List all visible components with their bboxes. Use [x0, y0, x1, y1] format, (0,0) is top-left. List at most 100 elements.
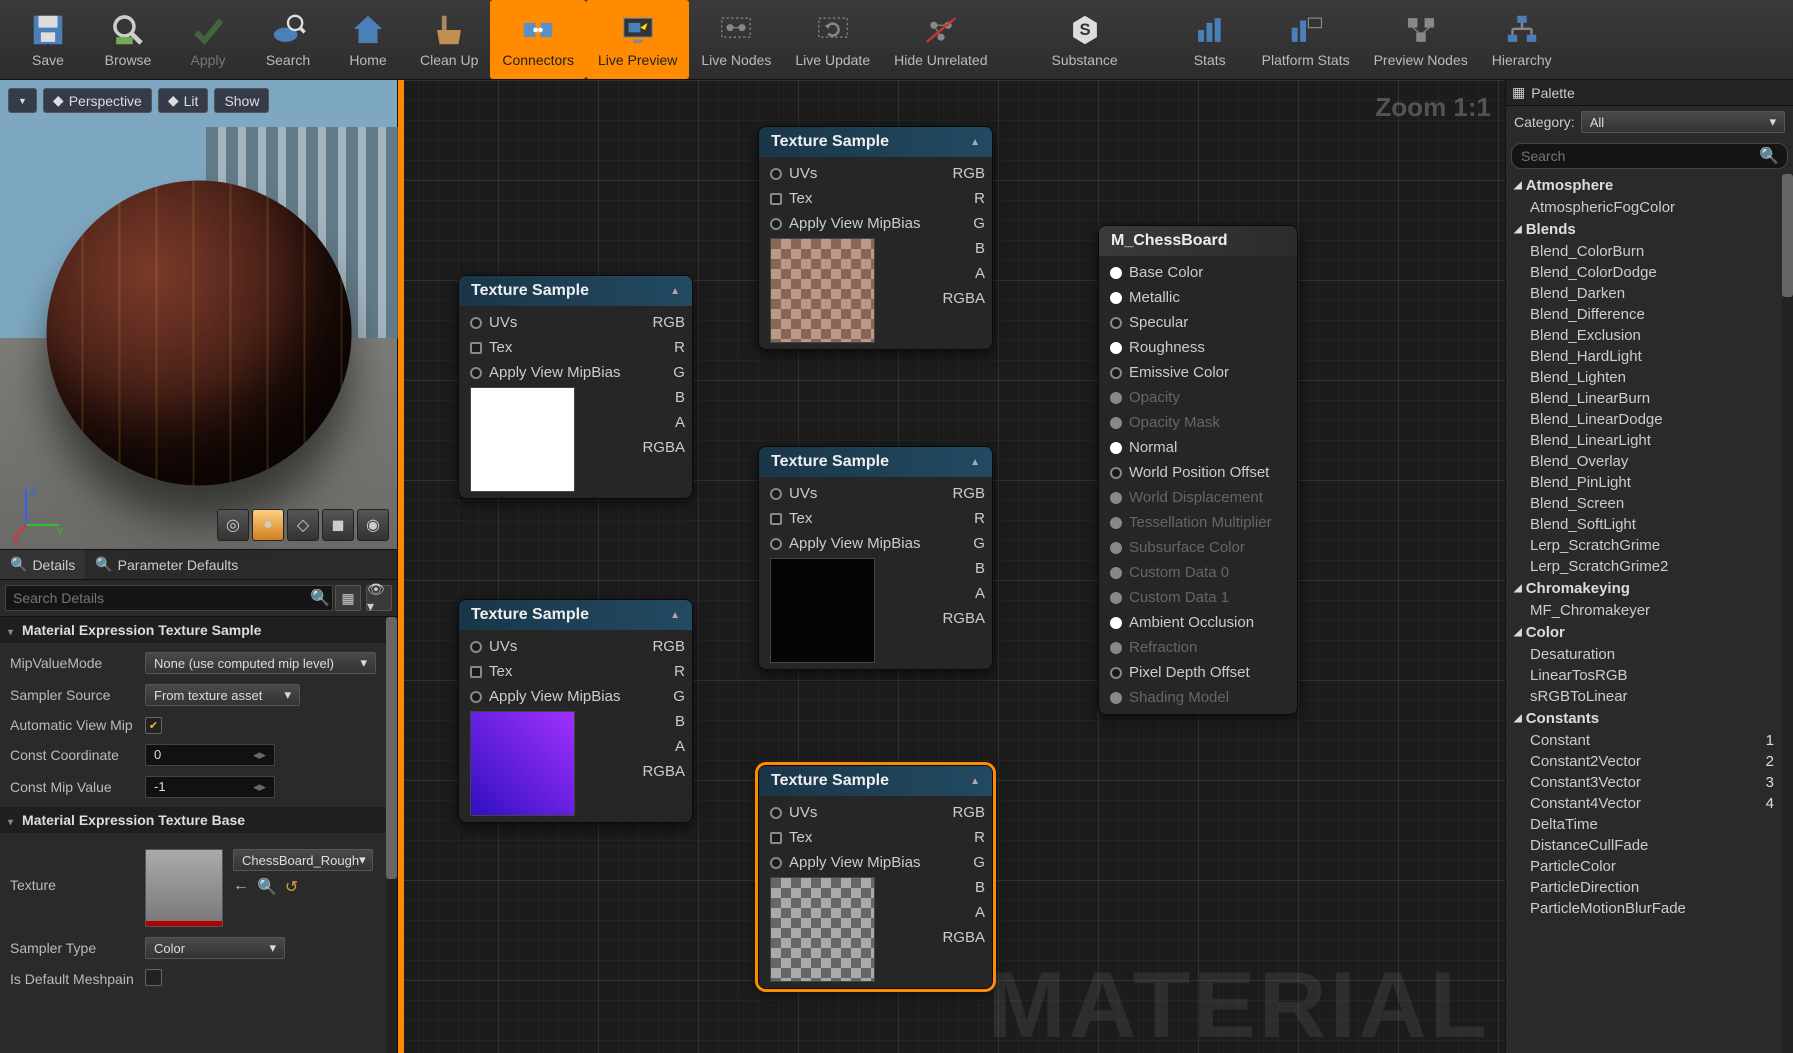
viewport-shape-sphere[interactable]: ●: [252, 509, 284, 541]
palette-item[interactable]: Desaturation: [1506, 644, 1782, 665]
pin-out-r[interactable]: R: [931, 506, 993, 531]
pin-out-r[interactable]: R: [931, 186, 993, 211]
palette-item[interactable]: Blend_Darken: [1506, 283, 1782, 304]
texture-sample-node[interactable]: Texture Sample▲UVsTexApply View MipBiasR…: [458, 599, 693, 823]
preview-viewport[interactable]: ▼ ◆ Perspective ◆ Lit Show ◎●◇◼◉ Z Y X: [0, 80, 397, 550]
pin-out-r[interactable]: R: [931, 825, 993, 850]
palette-item[interactable]: Lerp_ScratchGrime2: [1506, 556, 1782, 577]
pin-in-uvs[interactable]: UVs: [459, 310, 631, 335]
pin-out-a[interactable]: A: [931, 900, 993, 925]
material-result-node[interactable]: M_ChessBoardBase ColorMetallicSpecularRo…: [1098, 225, 1298, 715]
tab-parameter-defaults[interactable]: 🔍 Parameter Defaults: [85, 550, 248, 579]
pin-out-g[interactable]: G: [931, 211, 993, 236]
texture-sample-node[interactable]: Texture Sample▲UVsTexApply View MipBiasR…: [758, 446, 993, 670]
pin-in-apply-view-mipbias[interactable]: Apply View MipBias: [459, 360, 631, 385]
pin-out-r[interactable]: R: [631, 659, 693, 684]
palette-tab[interactable]: Palette: [1531, 85, 1575, 101]
palette-item[interactable]: Constant3Vector3: [1506, 772, 1782, 793]
pin-out-g[interactable]: G: [931, 531, 993, 556]
pin-subsurface-color[interactable]: Subsurface Color: [1099, 535, 1297, 560]
pin-out-b[interactable]: B: [931, 236, 993, 261]
palette-item[interactable]: LinearTosRGB: [1506, 665, 1782, 686]
pin-base-color[interactable]: Base Color: [1099, 260, 1297, 285]
pin-out-g[interactable]: G: [631, 684, 693, 709]
toolbar-live-update-button[interactable]: Live Update: [783, 0, 882, 79]
pin-in-uvs[interactable]: UVs: [759, 161, 931, 186]
samplersource-dropdown[interactable]: From texture asset▾: [145, 684, 300, 706]
palette-category-constants[interactable]: ◢Constants: [1506, 707, 1782, 730]
palette-item[interactable]: ParticleMotionBlurFade: [1506, 898, 1782, 919]
viewport-shape-cylinder[interactable]: ◎: [217, 509, 249, 541]
toolbar-hide-unrelated-button[interactable]: Hide Unrelated: [882, 0, 999, 79]
pin-in-apply-view-mipbias[interactable]: Apply View MipBias: [759, 850, 931, 875]
pin-in-uvs[interactable]: UVs: [759, 800, 931, 825]
pin-in-apply-view-mipbias[interactable]: Apply View MipBias: [759, 531, 931, 556]
details-grid-button[interactable]: ▦: [335, 585, 361, 611]
palette-item[interactable]: Blend_Lighten: [1506, 367, 1782, 388]
pin-out-rgba[interactable]: RGBA: [631, 435, 693, 460]
pin-out-b[interactable]: B: [631, 709, 693, 734]
pin-out-rgb[interactable]: RGB: [631, 310, 693, 335]
pin-in-apply-view-mipbias[interactable]: Apply View MipBias: [759, 211, 931, 236]
toolbar-preview-nodes-button[interactable]: Preview Nodes: [1362, 0, 1480, 79]
toolbar-hierarchy-button[interactable]: Hierarchy: [1480, 0, 1564, 79]
pin-out-rgb[interactable]: RGB: [931, 481, 993, 506]
palette-item[interactable]: ParticleColor: [1506, 856, 1782, 877]
pin-out-g[interactable]: G: [631, 360, 693, 385]
pin-normal[interactable]: Normal: [1099, 435, 1297, 460]
viewport-options-button[interactable]: ▼: [8, 88, 37, 113]
viewport-perspective-button[interactable]: ◆ Perspective: [43, 88, 152, 113]
texture-reset-button[interactable]: ↺: [285, 877, 298, 897]
palette-item[interactable]: Blend_LinearBurn: [1506, 388, 1782, 409]
pin-roughness[interactable]: Roughness: [1099, 335, 1297, 360]
palette-item[interactable]: Lerp_ScratchGrime: [1506, 535, 1782, 556]
mipvaluemode-dropdown[interactable]: None (use computed mip level)▾: [145, 652, 376, 674]
palette-item[interactable]: Blend_HardLight: [1506, 346, 1782, 367]
pin-world-position-offset[interactable]: World Position Offset: [1099, 460, 1297, 485]
texture-thumbnail[interactable]: [145, 849, 223, 927]
palette-item[interactable]: ParticleDirection: [1506, 877, 1782, 898]
details-search-input[interactable]: [5, 585, 333, 611]
palette-item[interactable]: MF_Chromakeyer: [1506, 600, 1782, 621]
pin-in-tex[interactable]: Tex: [759, 186, 931, 211]
toolbar-stats-button[interactable]: Stats: [1170, 0, 1250, 79]
pin-out-a[interactable]: A: [631, 410, 693, 435]
viewport-lit-button[interactable]: ◆ Lit: [158, 88, 209, 113]
pin-pixel-depth-offset[interactable]: Pixel Depth Offset: [1099, 660, 1297, 685]
pin-out-b[interactable]: B: [631, 385, 693, 410]
pin-ambient-occlusion[interactable]: Ambient Occlusion: [1099, 610, 1297, 635]
texture-sample-node[interactable]: Texture Sample▲UVsTexApply View MipBiasR…: [458, 275, 693, 499]
pin-in-uvs[interactable]: UVs: [759, 481, 931, 506]
viewport-shape-teapot[interactable]: ◉: [357, 509, 389, 541]
tab-details[interactable]: 🔍 Details: [0, 550, 85, 579]
texture-sample-node[interactable]: Texture Sample▲UVsTexApply View MipBiasR…: [758, 765, 993, 989]
pin-out-a[interactable]: A: [931, 261, 993, 286]
samplertype-dropdown[interactable]: Color▾: [145, 937, 285, 959]
pin-metallic[interactable]: Metallic: [1099, 285, 1297, 310]
pin-world-displacement[interactable]: World Displacement: [1099, 485, 1297, 510]
pin-out-rgba[interactable]: RGBA: [931, 606, 993, 631]
texture-browse-button[interactable]: 🔍: [257, 877, 277, 897]
viewport-shape-cube[interactable]: ◼: [322, 509, 354, 541]
palette-item[interactable]: Blend_PinLight: [1506, 472, 1782, 493]
pin-out-rgba[interactable]: RGBA: [931, 925, 993, 950]
isdefault-checkbox[interactable]: [145, 969, 162, 986]
palette-item[interactable]: Blend_Difference: [1506, 304, 1782, 325]
palette-item[interactable]: Constant2Vector2: [1506, 751, 1782, 772]
pin-in-tex[interactable]: Tex: [459, 659, 631, 684]
toolbar-clean-up-button[interactable]: Clean Up: [408, 0, 490, 79]
palette-item[interactable]: Blend_Exclusion: [1506, 325, 1782, 346]
pin-in-tex[interactable]: Tex: [459, 335, 631, 360]
category-header[interactable]: Material Expression Texture Base: [22, 812, 245, 828]
toolbar-live-nodes-button[interactable]: Live Nodes: [689, 0, 783, 79]
pin-specular[interactable]: Specular: [1099, 310, 1297, 335]
pin-out-rgb[interactable]: RGB: [631, 634, 693, 659]
toolbar-substance-button[interactable]: SSubstance: [1040, 0, 1130, 79]
category-header[interactable]: Material Expression Texture Sample: [22, 622, 261, 638]
texture-sample-node[interactable]: Texture Sample▲UVsTexApply View MipBiasR…: [758, 126, 993, 350]
palette-item[interactable]: Blend_Screen: [1506, 493, 1782, 514]
palette-item[interactable]: Blend_SoftLight: [1506, 514, 1782, 535]
constcoord-input[interactable]: 0◂▸: [145, 744, 275, 766]
pin-in-uvs[interactable]: UVs: [459, 634, 631, 659]
palette-item[interactable]: sRGBToLinear: [1506, 686, 1782, 707]
